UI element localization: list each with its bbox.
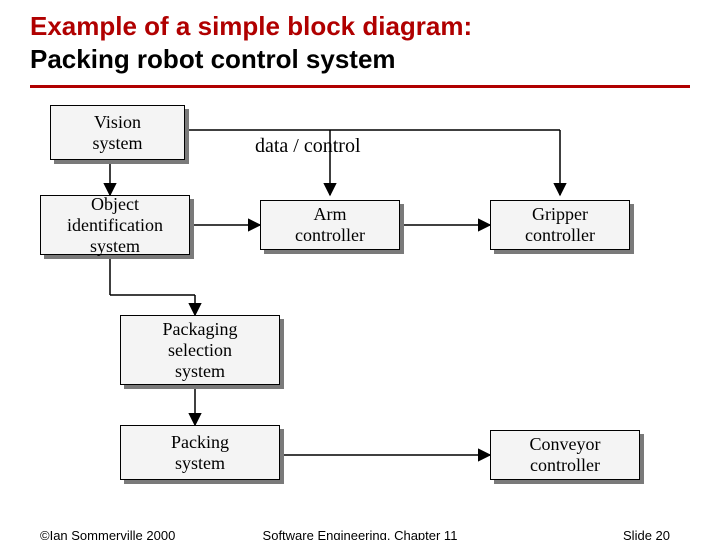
footer-center: Software Engineering. Chapter 11 (0, 528, 720, 540)
title-line1: Example of a simple block diagram: (30, 11, 472, 41)
title-line2: Packing robot control system (30, 44, 396, 74)
annotation-data-control: data / control (255, 135, 361, 158)
block-diagram: data / control Vision system Object iden… (30, 95, 690, 490)
block-gripper-controller: Gripper controller (490, 200, 630, 250)
block-vision-system: Vision system (50, 105, 185, 160)
block-packing-system: Packing system (120, 425, 280, 480)
slide: Example of a simple block diagram: Packi… (0, 0, 720, 540)
block-object-identification: Object identification system (40, 195, 190, 255)
footer-slide-num: Slide 20 (623, 528, 670, 540)
block-conveyor-controller: Conveyor controller (490, 430, 640, 480)
slide-title: Example of a simple block diagram: Packi… (30, 10, 690, 75)
title-underline (30, 85, 690, 88)
block-packaging-selection: Packaging selection system (120, 315, 280, 385)
block-arm-controller: Arm controller (260, 200, 400, 250)
